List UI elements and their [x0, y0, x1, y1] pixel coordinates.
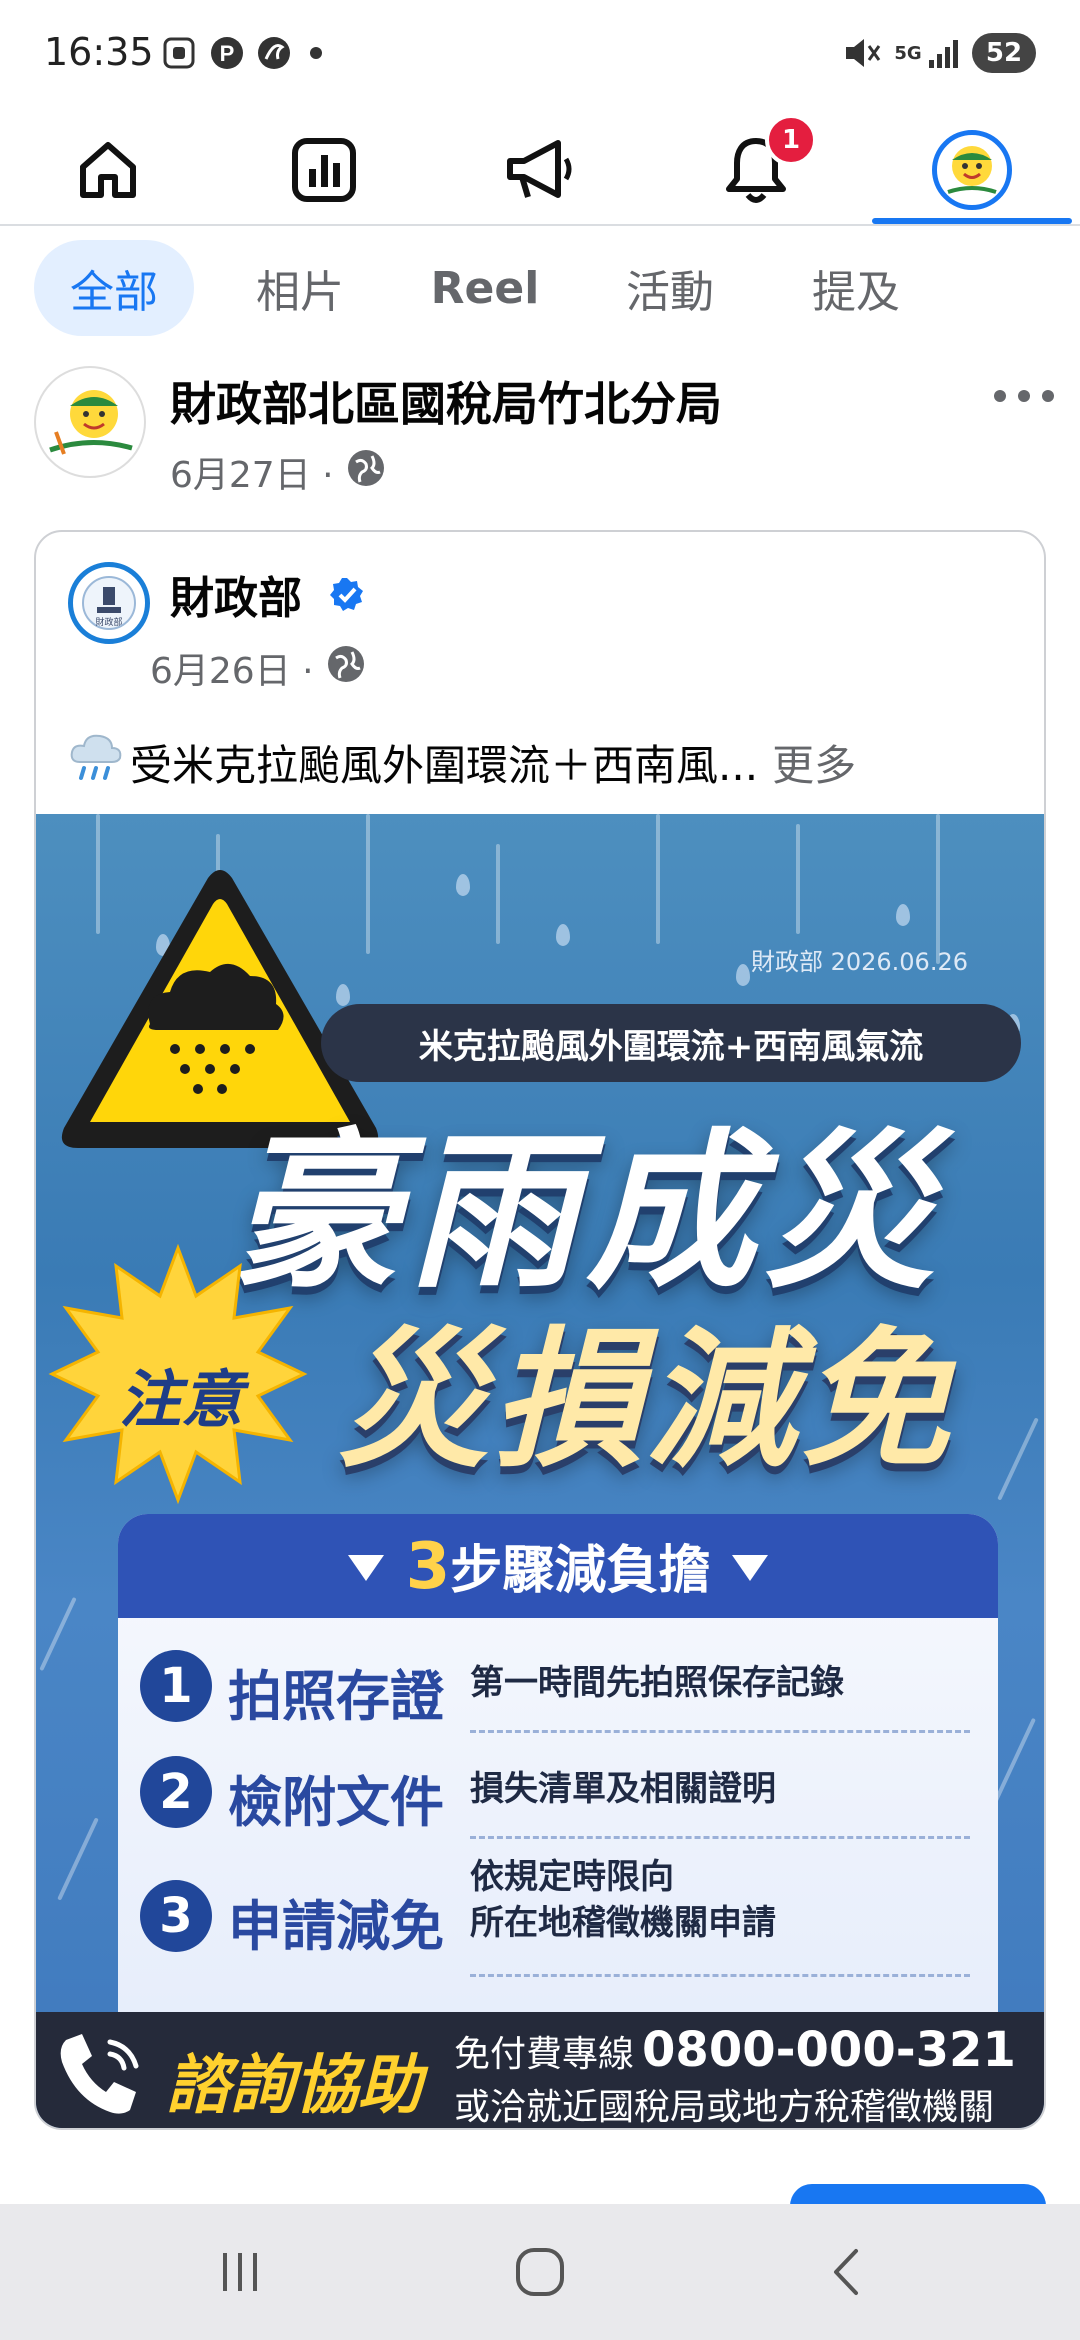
- tab-all[interactable]: 全部: [34, 240, 194, 336]
- megaphone-icon[interactable]: [480, 120, 600, 220]
- shared-post-body: 受米克拉颱風外圍環流＋西南風...: [130, 740, 759, 790]
- step-item: 2 檢附文件 損失清單及相關證明: [140, 1742, 980, 1842]
- filter-tabs: 全部 相片 Reel 活動 提及: [0, 236, 1080, 340]
- post-date: 6月27日 ·: [170, 455, 334, 496]
- tab-mentions[interactable]: 提及: [786, 240, 926, 336]
- active-tab-indicator: [872, 218, 1072, 224]
- system-nav-bar: [0, 2204, 1080, 2340]
- steps-header: 3步驟減負擔: [118, 1514, 998, 1618]
- triangle-down-icon: [730, 1536, 770, 1596]
- dot-icon: [306, 36, 326, 70]
- step-item: 3 申請減免 依規定時限向 所在地稽徵機關申請: [140, 1850, 980, 1980]
- home-icon[interactable]: [48, 120, 168, 220]
- parking-icon: P: [208, 36, 246, 70]
- poster-burst-text: 注意: [118, 1363, 243, 1436]
- shared-post-date: 6月26日 ·: [150, 651, 314, 692]
- globe-icon: [326, 644, 366, 693]
- steps-title: 步驟減負擔: [450, 1541, 711, 1601]
- profile-avatar[interactable]: [912, 120, 1032, 220]
- see-more-link[interactable]: 更多: [772, 732, 856, 793]
- step-title: 申請減免: [228, 1895, 444, 1958]
- poster-image[interactable]: 財政部 2026.06.26 米克拉颱風外圍環流+西南風氣流 豪雨成災 注意 災…: [36, 814, 1044, 2128]
- app-icon: [254, 36, 294, 70]
- top-nav: 1: [0, 110, 1080, 226]
- status-bar: 16:35 P 5G 52: [0, 0, 1080, 110]
- triangle-down-icon: [346, 1536, 386, 1596]
- poster-footer: 諮詢協助 免付費專線 0800-000-321 或洽就近國稅局或地方稅稽徵機關: [36, 2012, 1044, 2128]
- more-options-icon[interactable]: [994, 378, 1054, 414]
- footer-line2: 或洽就近國稅局或地方稅稽徵機關: [454, 2087, 995, 2128]
- hotline-number: 0800-000-321: [642, 2022, 1016, 2078]
- shared-post-meta: 6月26日 ·: [150, 642, 366, 694]
- poster-subtitle: 米克拉颱風外圍環流+西南風氣流: [321, 1004, 1021, 1082]
- step-description: 損失清單及相關證明: [470, 1769, 776, 1809]
- page-avatar[interactable]: [34, 366, 146, 478]
- step-description: 依規定時限向: [470, 1857, 674, 1897]
- hotline-label: 免付費專線: [454, 2034, 635, 2075]
- step-description: 第一時間先拍照保存記錄: [470, 1663, 844, 1703]
- back-icon[interactable]: [806, 2238, 886, 2306]
- footer-title: 諮詢協助: [166, 2049, 422, 2123]
- step-description-line2: 所在地稽徵機關申請: [470, 1903, 776, 1943]
- signal-icon: [926, 36, 966, 70]
- battery-icon: 52: [972, 33, 1036, 73]
- step-number: 1: [140, 1650, 212, 1722]
- clock: 16:35: [44, 30, 154, 74]
- step-title: 拍照存證: [228, 1665, 444, 1728]
- poster-source: 財政部 2026.06.26: [750, 948, 968, 976]
- phone-icon: [52, 2030, 148, 2120]
- shared-post-text: 受米克拉颱風外圍環流＋西南風... 更多: [66, 728, 856, 796]
- mute-icon: [840, 36, 884, 70]
- screenshot-icon: [160, 36, 198, 70]
- dashed-divider: [470, 1836, 970, 1839]
- shared-page-name[interactable]: 財政部: [170, 562, 302, 626]
- verified-icon: [328, 576, 366, 618]
- tab-events[interactable]: 活動: [600, 240, 740, 336]
- svg-text:P: P: [220, 41, 235, 66]
- steps-count: 3: [405, 1530, 451, 1604]
- footer-hotline-line: 免付費專線 0800-000-321: [454, 2022, 1016, 2078]
- dashed-divider: [470, 1974, 970, 1977]
- step-number: 2: [140, 1756, 212, 1828]
- dashed-divider: [470, 1730, 970, 1733]
- home-button-icon[interactable]: [500, 2238, 580, 2306]
- step-title: 檢附文件: [228, 1771, 444, 1834]
- svg-text:財政部: 財政部: [95, 616, 122, 628]
- tab-photos[interactable]: 相片: [230, 240, 370, 336]
- recent-apps-icon[interactable]: [200, 2238, 280, 2306]
- step-item: 1 拍照存證 第一時間先拍照保存記錄: [140, 1636, 980, 1736]
- chart-icon[interactable]: [264, 120, 384, 220]
- rain-cloud-icon: [66, 728, 126, 796]
- shared-page-avatar[interactable]: 財政部: [68, 562, 150, 644]
- tab-reel[interactable]: Reel: [410, 240, 560, 336]
- notification-badge: 1: [765, 114, 817, 166]
- post-page-name[interactable]: 財政部北區國稅局竹北分局: [170, 368, 722, 434]
- step-number: 3: [140, 1880, 212, 1952]
- globe-icon: [346, 448, 386, 497]
- post-meta: 6月27日 ·: [170, 446, 386, 498]
- network-label: 5G: [894, 42, 922, 64]
- shared-post-card[interactable]: 財政部 財政部 6月26日 · 受米克拉颱風外圍環流＋西南風... 更多 財政部…: [34, 530, 1046, 2130]
